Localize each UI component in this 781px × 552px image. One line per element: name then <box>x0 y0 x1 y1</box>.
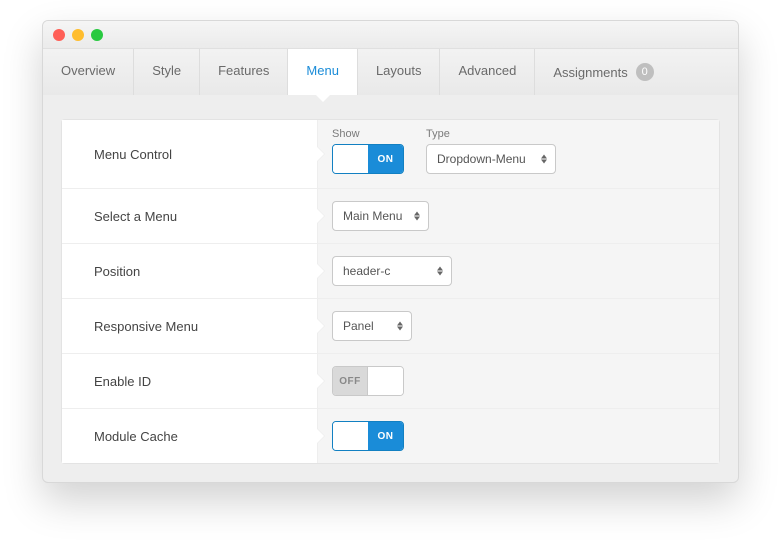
panel: Menu Control Show ON Type Dropdown-Menu <box>43 95 738 482</box>
settings-rows: Menu Control Show ON Type Dropdown-Menu <box>61 119 720 464</box>
toggle-show[interactable]: ON <box>332 144 404 174</box>
settings-window: Overview Style Features Menu Layouts Adv… <box>42 20 739 483</box>
label-module-cache: Module Cache <box>62 409 317 463</box>
row-responsive-menu: Responsive Menu Panel <box>62 299 719 354</box>
select-menu-value: Main Menu <box>343 209 402 223</box>
tab-assignments[interactable]: Assignments 0 <box>535 49 671 95</box>
select-menu[interactable]: Main Menu <box>332 201 429 231</box>
tab-assignments-label: Assignments <box>553 65 627 80</box>
label-select-menu: Select a Menu <box>62 189 317 243</box>
chevron-updown-icon <box>414 212 420 221</box>
zoom-icon[interactable] <box>91 29 103 41</box>
titlebar <box>43 21 738 49</box>
tab-overview[interactable]: Overview <box>43 49 134 95</box>
tab-menu[interactable]: Menu <box>288 49 358 95</box>
label-responsive-menu: Responsive Menu <box>62 299 317 353</box>
select-responsive-menu[interactable]: Panel <box>332 311 412 341</box>
row-select-menu: Select a Menu Main Menu <box>62 189 719 244</box>
chevron-updown-icon <box>437 267 443 276</box>
tab-style[interactable]: Style <box>134 49 200 95</box>
tab-bar: Overview Style Features Menu Layouts Adv… <box>43 49 738 95</box>
caption-show: Show <box>332 128 404 140</box>
chevron-updown-icon <box>541 155 547 164</box>
toggle-show-state: ON <box>368 145 403 173</box>
toggle-enable-id[interactable]: OFF <box>332 366 404 396</box>
select-position[interactable]: header-c <box>332 256 452 286</box>
minimize-icon[interactable] <box>72 29 84 41</box>
tab-layouts[interactable]: Layouts <box>358 49 441 95</box>
row-menu-control: Menu Control Show ON Type Dropdown-Menu <box>62 120 719 189</box>
row-module-cache: Module Cache ON <box>62 409 719 463</box>
tab-features[interactable]: Features <box>200 49 288 95</box>
chevron-updown-icon <box>397 322 403 331</box>
label-menu-control: Menu Control <box>62 120 317 188</box>
field-show: Show ON <box>332 128 404 174</box>
label-enable-id: Enable ID <box>62 354 317 408</box>
field-type: Type Dropdown-Menu <box>426 128 556 174</box>
toggle-module-cache[interactable]: ON <box>332 421 404 451</box>
caption-type: Type <box>426 128 556 140</box>
select-type-value: Dropdown-Menu <box>437 152 526 166</box>
close-icon[interactable] <box>53 29 65 41</box>
select-responsive-menu-value: Panel <box>343 319 374 333</box>
select-type[interactable]: Dropdown-Menu <box>426 144 556 174</box>
toggle-enable-id-state: OFF <box>333 367 368 395</box>
toggle-module-cache-state: ON <box>368 422 403 450</box>
tab-advanced[interactable]: Advanced <box>440 49 535 95</box>
label-position: Position <box>62 244 317 298</box>
select-position-value: header-c <box>343 264 390 278</box>
row-position: Position header-c <box>62 244 719 299</box>
assignments-badge: 0 <box>636 63 654 81</box>
row-enable-id: Enable ID OFF <box>62 354 719 409</box>
